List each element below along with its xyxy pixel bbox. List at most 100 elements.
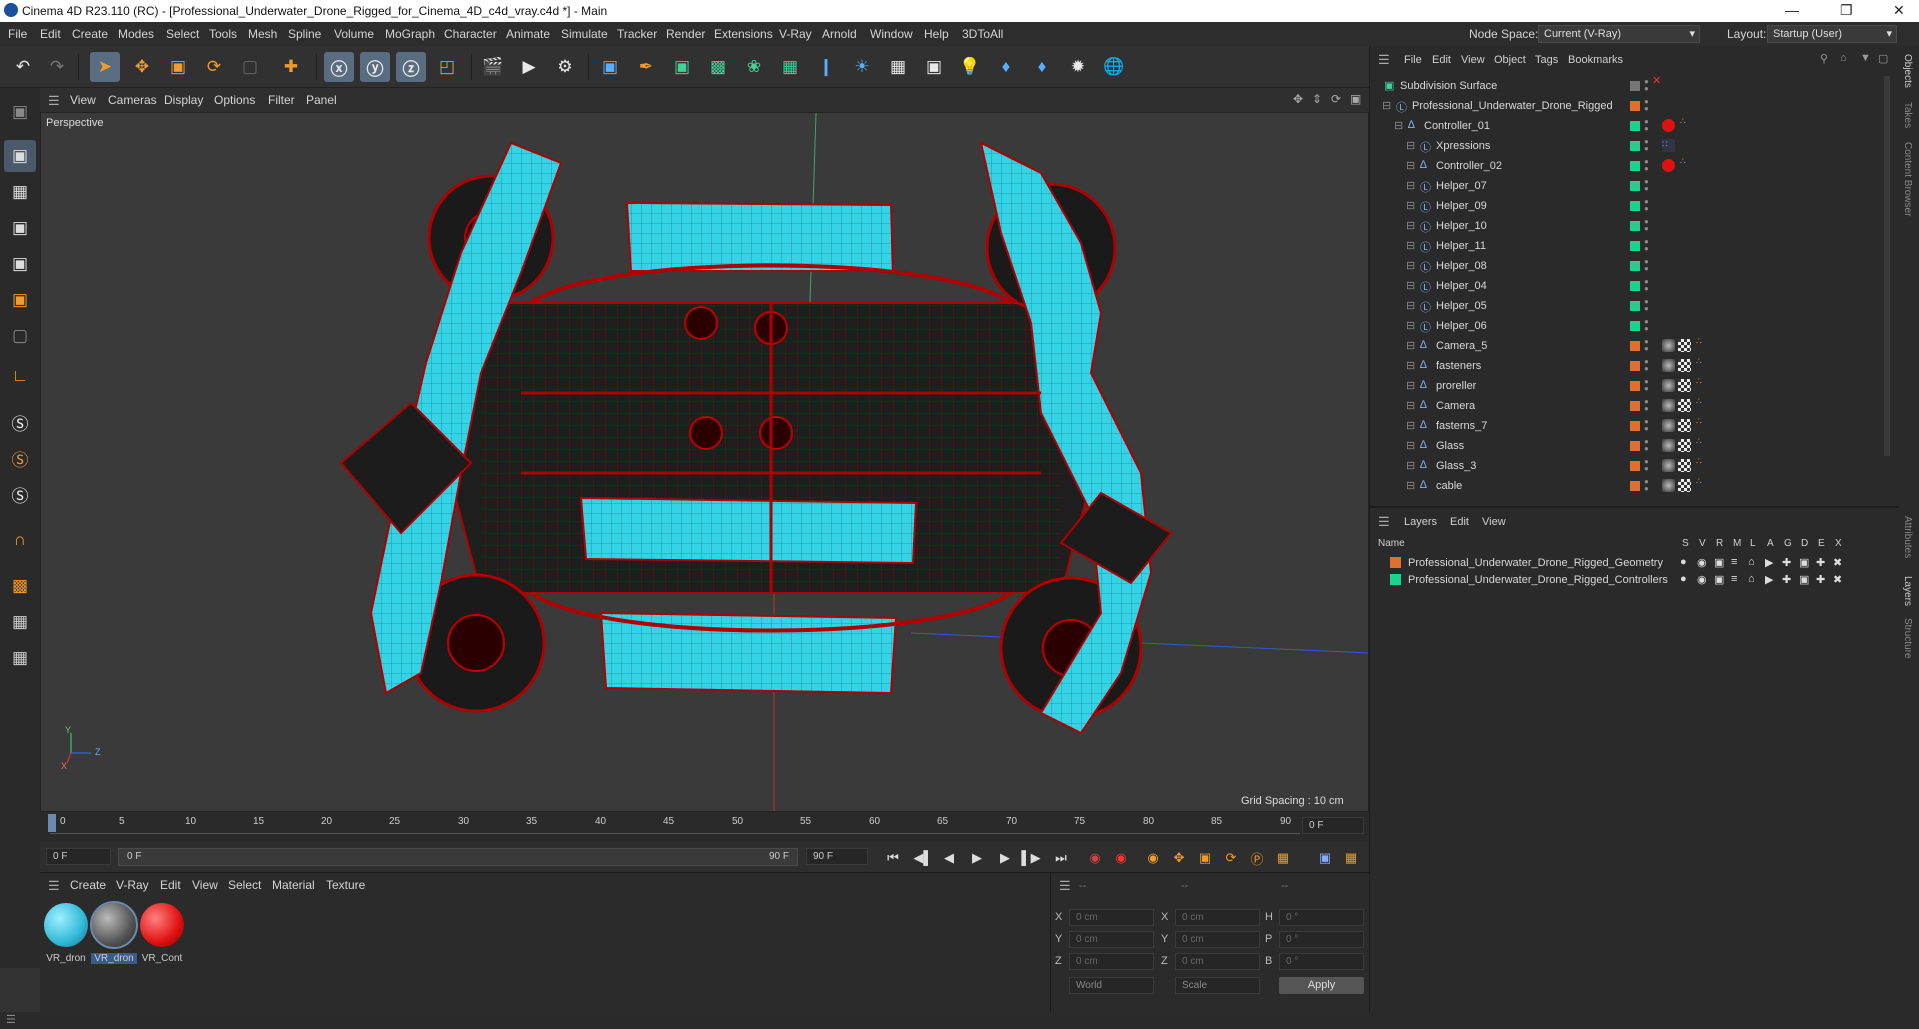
- tool-placeholder-icon[interactable]: ▢: [235, 52, 265, 82]
- visibility-dots-icon[interactable]: ● ●: [1644, 438, 1649, 453]
- object-menu-edit[interactable]: Edit: [1432, 54, 1451, 66]
- x-axis-lock-icon[interactable]: ⓧ: [324, 52, 354, 82]
- menu-arnold[interactable]: Arnold: [822, 27, 857, 41]
- object-name[interactable]: cable: [1436, 480, 1462, 492]
- object-name[interactable]: Professional_Underwater_Drone_Rigged: [1412, 100, 1613, 112]
- layer-color-swatch[interactable]: [1630, 341, 1640, 351]
- coordinate-mode-dropdown[interactable]: Scale: [1175, 977, 1260, 994]
- layer-flag-toggle-icon[interactable]: ▶: [1765, 556, 1773, 569]
- snap-settings-icon[interactable]: Ⓢ: [4, 442, 36, 474]
- object-name[interactable]: proreller: [1436, 380, 1476, 392]
- object-name[interactable]: Helper_09: [1436, 200, 1487, 212]
- expand-toggle-icon[interactable]: ⊟: [1406, 379, 1415, 392]
- record-keyframe-icon[interactable]: ◉: [1084, 848, 1106, 868]
- menu-mograph[interactable]: MoGraph: [385, 27, 435, 41]
- filter-icon[interactable]: ▼: [1860, 52, 1871, 64]
- expand-toggle-icon[interactable]: ⊟: [1406, 279, 1415, 292]
- layer-color-swatch[interactable]: [1630, 441, 1640, 451]
- layer-flag-toggle-icon[interactable]: ≡: [1731, 573, 1737, 585]
- object-row[interactable]: ⊟ Ⓛ Helper_09 ● ●: [1370, 196, 1880, 216]
- layer-color-swatch[interactable]: [1630, 181, 1640, 191]
- constraint-tag-icon[interactable]: ∴: [1696, 437, 1702, 446]
- max-frame-field[interactable]: 90 F: [806, 848, 868, 865]
- move-tool-icon[interactable]: ✥: [127, 52, 157, 82]
- expand-toggle-icon[interactable]: ⊟: [1406, 399, 1415, 412]
- key-parameter-icon[interactable]: Ⓟ: [1246, 848, 1268, 868]
- layer-flag-toggle-icon[interactable]: ◉: [1697, 556, 1707, 569]
- scale-tool-icon[interactable]: ▣: [163, 52, 193, 82]
- menu-3dtoall[interactable]: 3DToAll: [962, 27, 1003, 41]
- deformer-icon[interactable]: ❙: [811, 52, 841, 82]
- menu-mesh[interactable]: Mesh: [248, 27, 277, 41]
- coordinate-space-dropdown[interactable]: World: [1069, 977, 1154, 994]
- tab-takes[interactable]: Takes: [1902, 102, 1913, 128]
- layer-flag-toggle-icon[interactable]: ▣: [1799, 573, 1809, 586]
- constraint-tag-icon[interactable]: ∴: [1696, 477, 1702, 486]
- play-icon[interactable]: ▶: [966, 848, 988, 868]
- light-icon[interactable]: 💡: [955, 52, 985, 82]
- layer-flag-toggle-icon[interactable]: ⌂: [1748, 556, 1755, 568]
- undo-icon[interactable]: ↶: [8, 52, 38, 82]
- next-frame-icon[interactable]: ▶: [994, 848, 1016, 868]
- menu-tracker[interactable]: Tracker: [617, 27, 657, 41]
- rot-p-field[interactable]: 0 °: [1279, 931, 1364, 948]
- previous-frame-icon[interactable]: ◀: [938, 848, 960, 868]
- layer-flag-toggle-icon[interactable]: ⌂: [1748, 573, 1755, 585]
- menu-modes[interactable]: Modes: [118, 27, 154, 41]
- expand-toggle-icon[interactable]: ⊟: [1406, 479, 1415, 492]
- material-tag-icon[interactable]: [1662, 359, 1675, 372]
- home-icon[interactable]: ⌂: [1840, 52, 1847, 64]
- material-swatch[interactable]: [90, 901, 138, 949]
- layer-color-swatch[interactable]: [1630, 381, 1640, 391]
- rot-b-field[interactable]: 0 °: [1279, 953, 1364, 970]
- object-row[interactable]: ⊟ Ⓛ Helper_08 ● ●: [1370, 256, 1880, 276]
- visibility-dots-icon[interactable]: ● ●: [1644, 138, 1649, 153]
- expand-toggle-icon[interactable]: ⊟: [1406, 319, 1415, 332]
- new-window-icon[interactable]: ▢: [1878, 52, 1888, 65]
- size-z-field[interactable]: 0 cm: [1175, 953, 1260, 970]
- menu-help[interactable]: Help: [924, 27, 949, 41]
- object-menu-bookmarks[interactable]: Bookmarks: [1568, 54, 1623, 66]
- object-name[interactable]: Xpressions: [1436, 140, 1490, 152]
- layer-flag-toggle-icon[interactable]: ✚: [1816, 573, 1825, 586]
- hamburger-icon[interactable]: ☰: [48, 93, 60, 109]
- material-tag-icon[interactable]: [1662, 119, 1675, 132]
- object-row[interactable]: ⊟ Ⓛ Helper_07 ● ●: [1370, 176, 1880, 196]
- keyframe-selection-icon[interactable]: ◉: [1142, 848, 1164, 868]
- camera-icon[interactable]: ▣: [919, 52, 949, 82]
- viewport-menu-options[interactable]: Options: [214, 93, 255, 107]
- menu-volume[interactable]: Volume: [334, 27, 374, 41]
- expand-toggle-icon[interactable]: ⊟: [1406, 239, 1415, 252]
- vray-settings-icon[interactable]: ✹: [1063, 52, 1093, 82]
- layer-color-swatch[interactable]: [1630, 361, 1640, 371]
- texture-mode-icon[interactable]: ▦: [4, 176, 36, 208]
- mograph-icon[interactable]: ▦: [775, 52, 805, 82]
- layer-flag-toggle-icon[interactable]: ▶: [1765, 573, 1773, 586]
- select-tool-icon[interactable]: ➤: [90, 52, 120, 82]
- layer-color-swatch[interactable]: [1630, 141, 1640, 151]
- pos-x-field[interactable]: 0 cm: [1069, 909, 1154, 926]
- layer-color-swatch[interactable]: [1630, 161, 1640, 171]
- expand-toggle-icon[interactable]: ⊟: [1382, 99, 1391, 112]
- pan-view-icon[interactable]: ✥: [1293, 92, 1303, 106]
- layer-row[interactable]: Professional_Underwater_Drone_Rigged_Geo…: [1370, 554, 1880, 571]
- object-row[interactable]: ⊟ ∆ Controller_01 ● ● ∴: [1370, 116, 1880, 136]
- object-row[interactable]: ⊟ ∆ proreller ● ● ∴: [1370, 376, 1880, 396]
- material-tag-icon[interactable]: [1662, 419, 1675, 432]
- visibility-dots-icon[interactable]: ● ●: [1644, 418, 1649, 433]
- layer-flag-toggle-icon[interactable]: ✚: [1816, 556, 1825, 569]
- playhead[interactable]: [48, 814, 56, 832]
- menu-select[interactable]: Select: [166, 27, 199, 41]
- polygons-mode-icon[interactable]: ▣: [4, 284, 36, 316]
- expand-toggle-icon[interactable]: ⊟: [1406, 159, 1415, 172]
- visibility-dots-icon[interactable]: ● ●: [1644, 238, 1649, 253]
- layer-color-swatch[interactable]: [1630, 281, 1640, 291]
- object-name[interactable]: Helper_11: [1436, 240, 1486, 252]
- layer-name[interactable]: Professional_Underwater_Drone_Rigged_Geo…: [1408, 557, 1663, 569]
- rot-h-field[interactable]: 0 °: [1279, 909, 1364, 926]
- object-row[interactable]: ⊟ ∆ cable ● ● ∴: [1370, 476, 1880, 496]
- object-menu-tags[interactable]: Tags: [1535, 54, 1558, 66]
- menu-tools[interactable]: Tools: [209, 27, 237, 41]
- constraint-tag-icon[interactable]: ∴: [1680, 157, 1686, 166]
- apply-button[interactable]: Apply: [1279, 977, 1364, 994]
